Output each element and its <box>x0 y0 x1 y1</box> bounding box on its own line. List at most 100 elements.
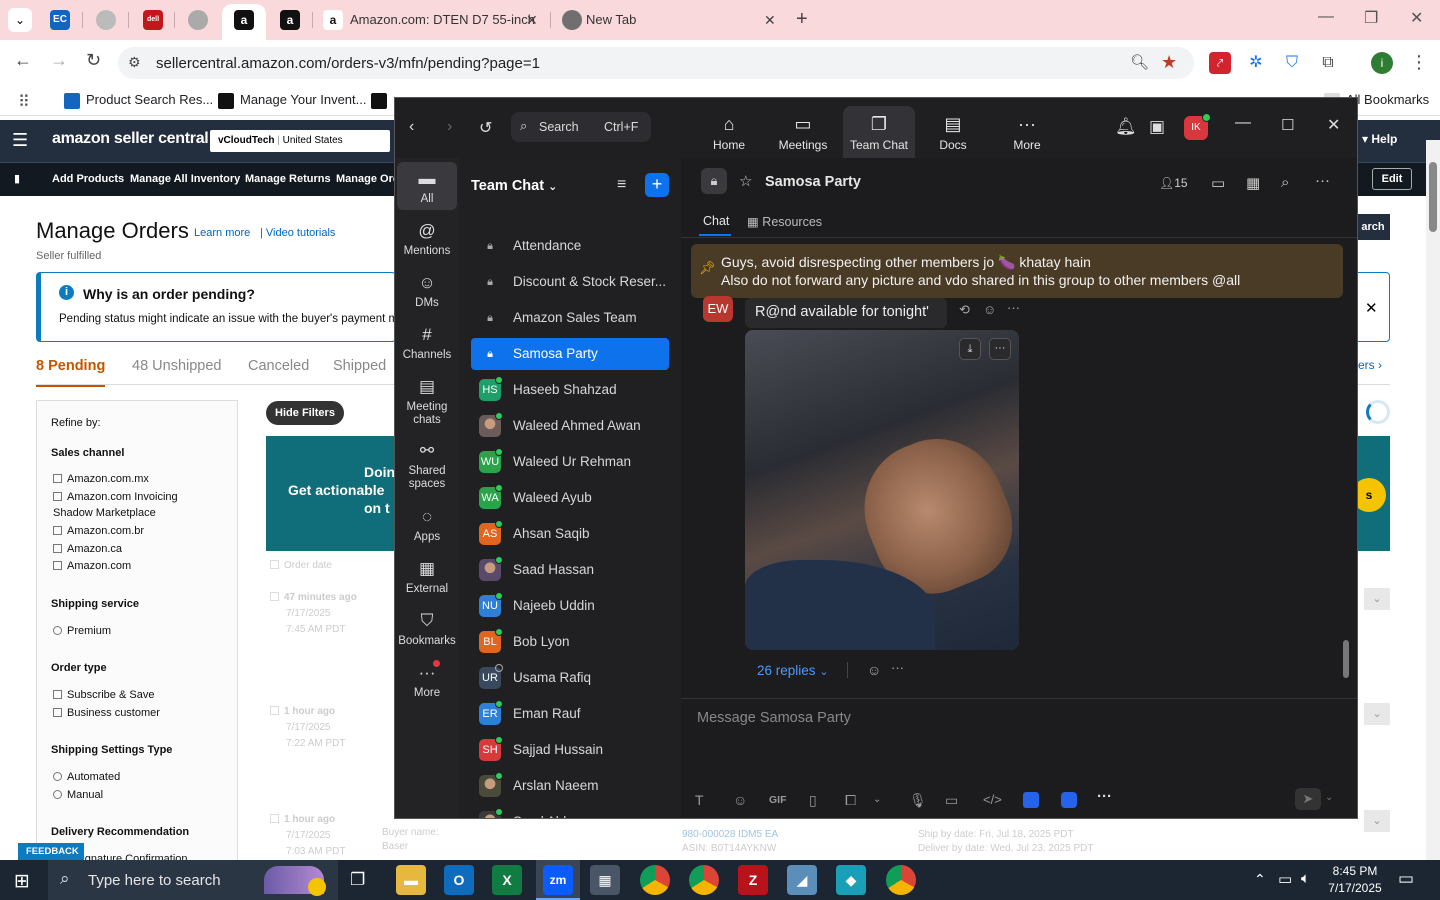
checkbox[interactable] <box>53 474 62 483</box>
scrollbar-thumb[interactable] <box>1429 162 1437 232</box>
profile-avatar[interactable]: i <box>1371 52 1393 74</box>
chat-list-item[interactable]: Arslan Naeem <box>471 770 669 802</box>
team-chat-title[interactable]: Team Chat ⌄ <box>471 178 557 194</box>
notification-center-icon[interactable]: ▭ <box>1398 869 1414 889</box>
learn-more-link[interactable]: Learn more <box>194 227 250 239</box>
reload-icon[interactable]: ↻ <box>86 50 101 71</box>
order-id[interactable]: 980-000028 IDM5 EA <box>682 829 778 840</box>
filter-amazon-com[interactable]: Amazon.com <box>53 560 131 572</box>
video-message-icon[interactable]: ▭ <box>945 792 958 809</box>
order-row[interactable]: 47 minutes ago 7/17/2025 7:45 AM PDT <box>270 590 357 638</box>
radio[interactable] <box>53 790 62 799</box>
bookmark-star-icon[interactable]: ★ <box>1161 52 1177 73</box>
filezilla-icon[interactable]: Z <box>738 865 768 895</box>
file-icon[interactable]: ▯ <box>809 792 817 809</box>
code-snippet-icon[interactable]: </> <box>983 792 1002 807</box>
radio[interactable] <box>53 626 62 635</box>
video-call-icon[interactable]: ▭ <box>1211 174 1225 192</box>
search-icon[interactable]: ⌕ <box>1281 174 1289 191</box>
show-hidden-icons[interactable]: ⌃ <box>1254 871 1266 888</box>
tab-shipped[interactable]: Shipped <box>333 358 386 374</box>
site-info-icon[interactable]: ⚙ <box>128 54 141 71</box>
checkbox[interactable] <box>270 560 279 569</box>
checkbox[interactable] <box>53 492 62 501</box>
new-tab-plus-icon[interactable]: + <box>796 8 808 31</box>
file-explorer-icon[interactable]: ▬ <box>396 865 426 895</box>
order-row[interactable]: 1 hour ago 7/17/2025 7:22 AM PDT <box>270 704 345 752</box>
filter-amazon-br[interactable]: Amazon.com.br <box>53 525 144 537</box>
account-switcher[interactable]: vCloudTech | United States <box>210 130 390 152</box>
filter-amazon-ca[interactable]: Amazon.ca <box>53 543 122 555</box>
rail-dms[interactable]: ☺ DMs <box>397 272 457 309</box>
chat-list-item[interactable]: 🔒︎ Samosa Party <box>471 338 669 370</box>
tab-close-icon[interactable]: ✕ <box>526 12 538 29</box>
url-text[interactable]: sellercentral.amazon.com/orders-v3/mfn/p… <box>156 55 540 72</box>
hamburger-menu-icon[interactable]: ☰ <box>12 130 28 151</box>
pinned-message-banner[interactable]: 📌︎ Guys, avoid disrespecting other membe… <box>691 244 1343 298</box>
rail-meeting-chats[interactable]: ▤ Meeting chats <box>397 376 457 427</box>
filter-subscribe-save[interactable]: Subscribe & Save <box>53 689 154 701</box>
rail-shared-spaces[interactable]: ⚯ Shared spaces <box>397 440 457 491</box>
sender-avatar[interactable]: EW <box>703 296 733 322</box>
shield-extension-icon[interactable]: ⛉ <box>1281 52 1303 74</box>
order-action-dropdown[interactable]: ⌄ <box>1364 810 1390 832</box>
hide-filters-button[interactable]: Hide Filters <box>266 401 344 425</box>
outlook-icon[interactable]: O <box>444 865 474 895</box>
search-box[interactable]: ⌕ Search Ctrl+F <box>511 112 651 142</box>
emoji-react-icon[interactable]: ☺ <box>867 662 881 678</box>
chat-list-item[interactable]: SH Sajjad Hussain <box>471 734 669 766</box>
tab-resources[interactable]: ▦ Resources <box>747 214 822 229</box>
star-favorite-icon[interactable]: ☆ <box>739 172 752 190</box>
minimize-icon[interactable]: — <box>1235 114 1251 132</box>
app-icon[interactable]: ◢ <box>787 865 817 895</box>
orders-link[interactable]: ers › <box>1358 358 1382 372</box>
chat-list-item[interactable]: Syed Abbas <box>471 806 669 818</box>
tab-favicon-globe[interactable] <box>188 10 208 30</box>
checkbox[interactable] <box>53 561 62 570</box>
notifications-bell-icon[interactable]: 🔔︎ <box>1115 117 1137 137</box>
filter-business-customer[interactable]: Business customer <box>53 707 160 719</box>
chat-list-item[interactable]: BL Bob Lyon <box>471 626 669 658</box>
nav-home[interactable]: ⌂ Home <box>693 114 765 152</box>
excel-icon[interactable]: X <box>492 865 522 895</box>
photo-more-icon[interactable]: ··· <box>989 338 1011 360</box>
checkbox[interactable] <box>270 814 279 823</box>
task-view-icon[interactable]: ❐ <box>350 870 365 890</box>
chat-list-item[interactable]: 🔒︎ Attendance <box>471 230 669 262</box>
checkbox[interactable] <box>270 592 279 601</box>
tab-favicon-ec[interactable]: EC <box>50 10 70 30</box>
nav-docs[interactable]: ▤ Docs <box>917 114 989 152</box>
send-icon[interactable]: ➤ <box>1295 788 1321 810</box>
chat-list-item[interactable]: Saad Hassan <box>471 554 669 586</box>
windows-start-icon[interactable]: ⊞ <box>14 870 30 893</box>
chrome-profile-icon[interactable] <box>886 865 916 895</box>
calculator-icon[interactable]: ▦ <box>590 865 620 895</box>
order-row[interactable]: 1 hour ago 7/17/2025 7:03 AM PDT <box>270 812 345 860</box>
filter-amazon-mx[interactable]: Amazon.com.mx <box>53 473 149 485</box>
filter-manual[interactable]: Manual <box>53 789 103 801</box>
tab-new-tab[interactable]: New Tab <box>546 4 776 40</box>
screenshot-dropdown-icon[interactable]: ⌄ <box>873 794 881 805</box>
nav-manage-orders[interactable]: Manage Ord <box>336 173 400 185</box>
thread-more-icon[interactable]: ··· <box>891 660 904 675</box>
bookmark-nav-icon[interactable]: ▮ <box>14 172 20 185</box>
order-action-dropdown[interactable]: ⌄ <box>1364 588 1390 610</box>
chat-list-item[interactable]: 🔒︎ Amazon Sales Team <box>471 302 669 334</box>
checkbox[interactable] <box>53 708 62 717</box>
chat-list-item[interactable]: WU Waleed Ur Rehman <box>471 446 669 478</box>
tab-favicon-amazon[interactable]: a <box>280 10 300 30</box>
more-tools-icon[interactable]: ··· <box>1097 788 1112 805</box>
restore-icon[interactable]: ❐ <box>1364 8 1378 28</box>
feedback-tab[interactable]: FEEDBACK ✕ <box>18 843 84 874</box>
chat-list-item[interactable]: NU Najeeb Uddin <box>471 590 669 622</box>
help-link[interactable]: ▾ Help <box>1362 132 1397 146</box>
filter-amazon-invoicing[interactable]: Amazon.com Invoicing <box>53 491 178 503</box>
radio[interactable] <box>53 772 62 781</box>
forward-icon[interactable]: → <box>50 50 68 71</box>
tab-search-button[interactable]: ⌄ <box>8 8 32 32</box>
bookmark-product-search[interactable]: Product Search Res... <box>64 92 213 109</box>
screenshot-icon[interactable]: ⧠ <box>845 792 856 809</box>
checkbox[interactable] <box>53 526 62 535</box>
reply-icon[interactable]: ⟲ <box>959 302 970 318</box>
chrome-profile-icon[interactable] <box>689 865 719 895</box>
